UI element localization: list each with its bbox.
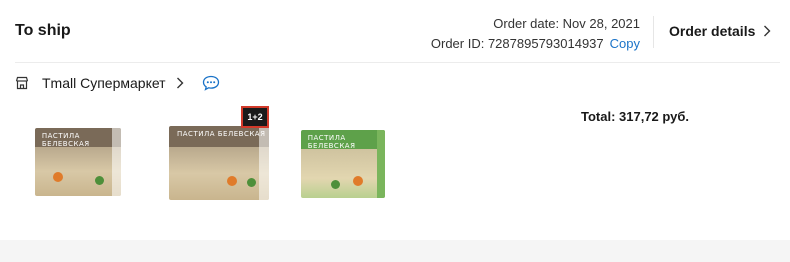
product-thumbnail-2[interactable]: ПАСТИЛА БЕЛЕВСКАЯ 1+2 bbox=[165, 104, 277, 204]
product-image: ПАСТИЛА БЕЛЕВСКАЯ bbox=[35, 128, 121, 196]
order-total: Total: 317,72 руб. bbox=[581, 109, 690, 124]
order-card: To ship Order date: Nov 28, 2021 Order I… bbox=[0, 0, 790, 240]
product-label: ПАСТИЛА БЕЛЕВСКАЯ bbox=[41, 132, 90, 149]
store-row: Tmall Супермаркет bbox=[15, 75, 220, 91]
chat-icon[interactable] bbox=[202, 75, 220, 91]
product-thumbnail-3[interactable]: ПАСТИЛА БЕЛЕВСКАЯ bbox=[297, 130, 385, 200]
header-divider bbox=[653, 16, 654, 48]
product-image: ПАСТИЛА БЕЛЕВСКАЯ bbox=[169, 126, 269, 200]
order-id-row: Order ID: 7287895793014937 Copy bbox=[431, 34, 640, 54]
store-name[interactable]: Tmall Супермаркет bbox=[42, 75, 166, 91]
store-icon bbox=[15, 76, 29, 90]
promo-badge: 1+2 bbox=[241, 106, 269, 128]
order-details-label: Order details bbox=[669, 23, 756, 39]
order-details-link[interactable]: Order details bbox=[669, 23, 771, 39]
product-image: ПАСТИЛА БЕЛЕВСКАЯ bbox=[301, 130, 385, 198]
copy-order-id-button[interactable]: Copy bbox=[610, 36, 640, 51]
store-chevron-right-icon[interactable] bbox=[176, 77, 184, 89]
product-label: ПАСТИЛА БЕЛЕВСКАЯ bbox=[307, 134, 356, 151]
product-thumbnail-1[interactable]: ПАСТИЛА БЕЛЕВСКАЯ bbox=[25, 124, 123, 199]
order-date: Order date: Nov 28, 2021 bbox=[493, 16, 640, 31]
chevron-right-icon bbox=[764, 25, 771, 37]
product-label: ПАСТИЛА БЕЛЕВСКАЯ bbox=[177, 130, 266, 139]
section-divider bbox=[15, 62, 780, 63]
footer-background bbox=[0, 240, 790, 262]
order-id: Order ID: 7287895793014937 bbox=[430, 36, 604, 51]
order-status: To ship bbox=[15, 22, 71, 39]
order-meta: Order date: Nov 28, 2021 Order ID: 72878… bbox=[431, 14, 640, 54]
